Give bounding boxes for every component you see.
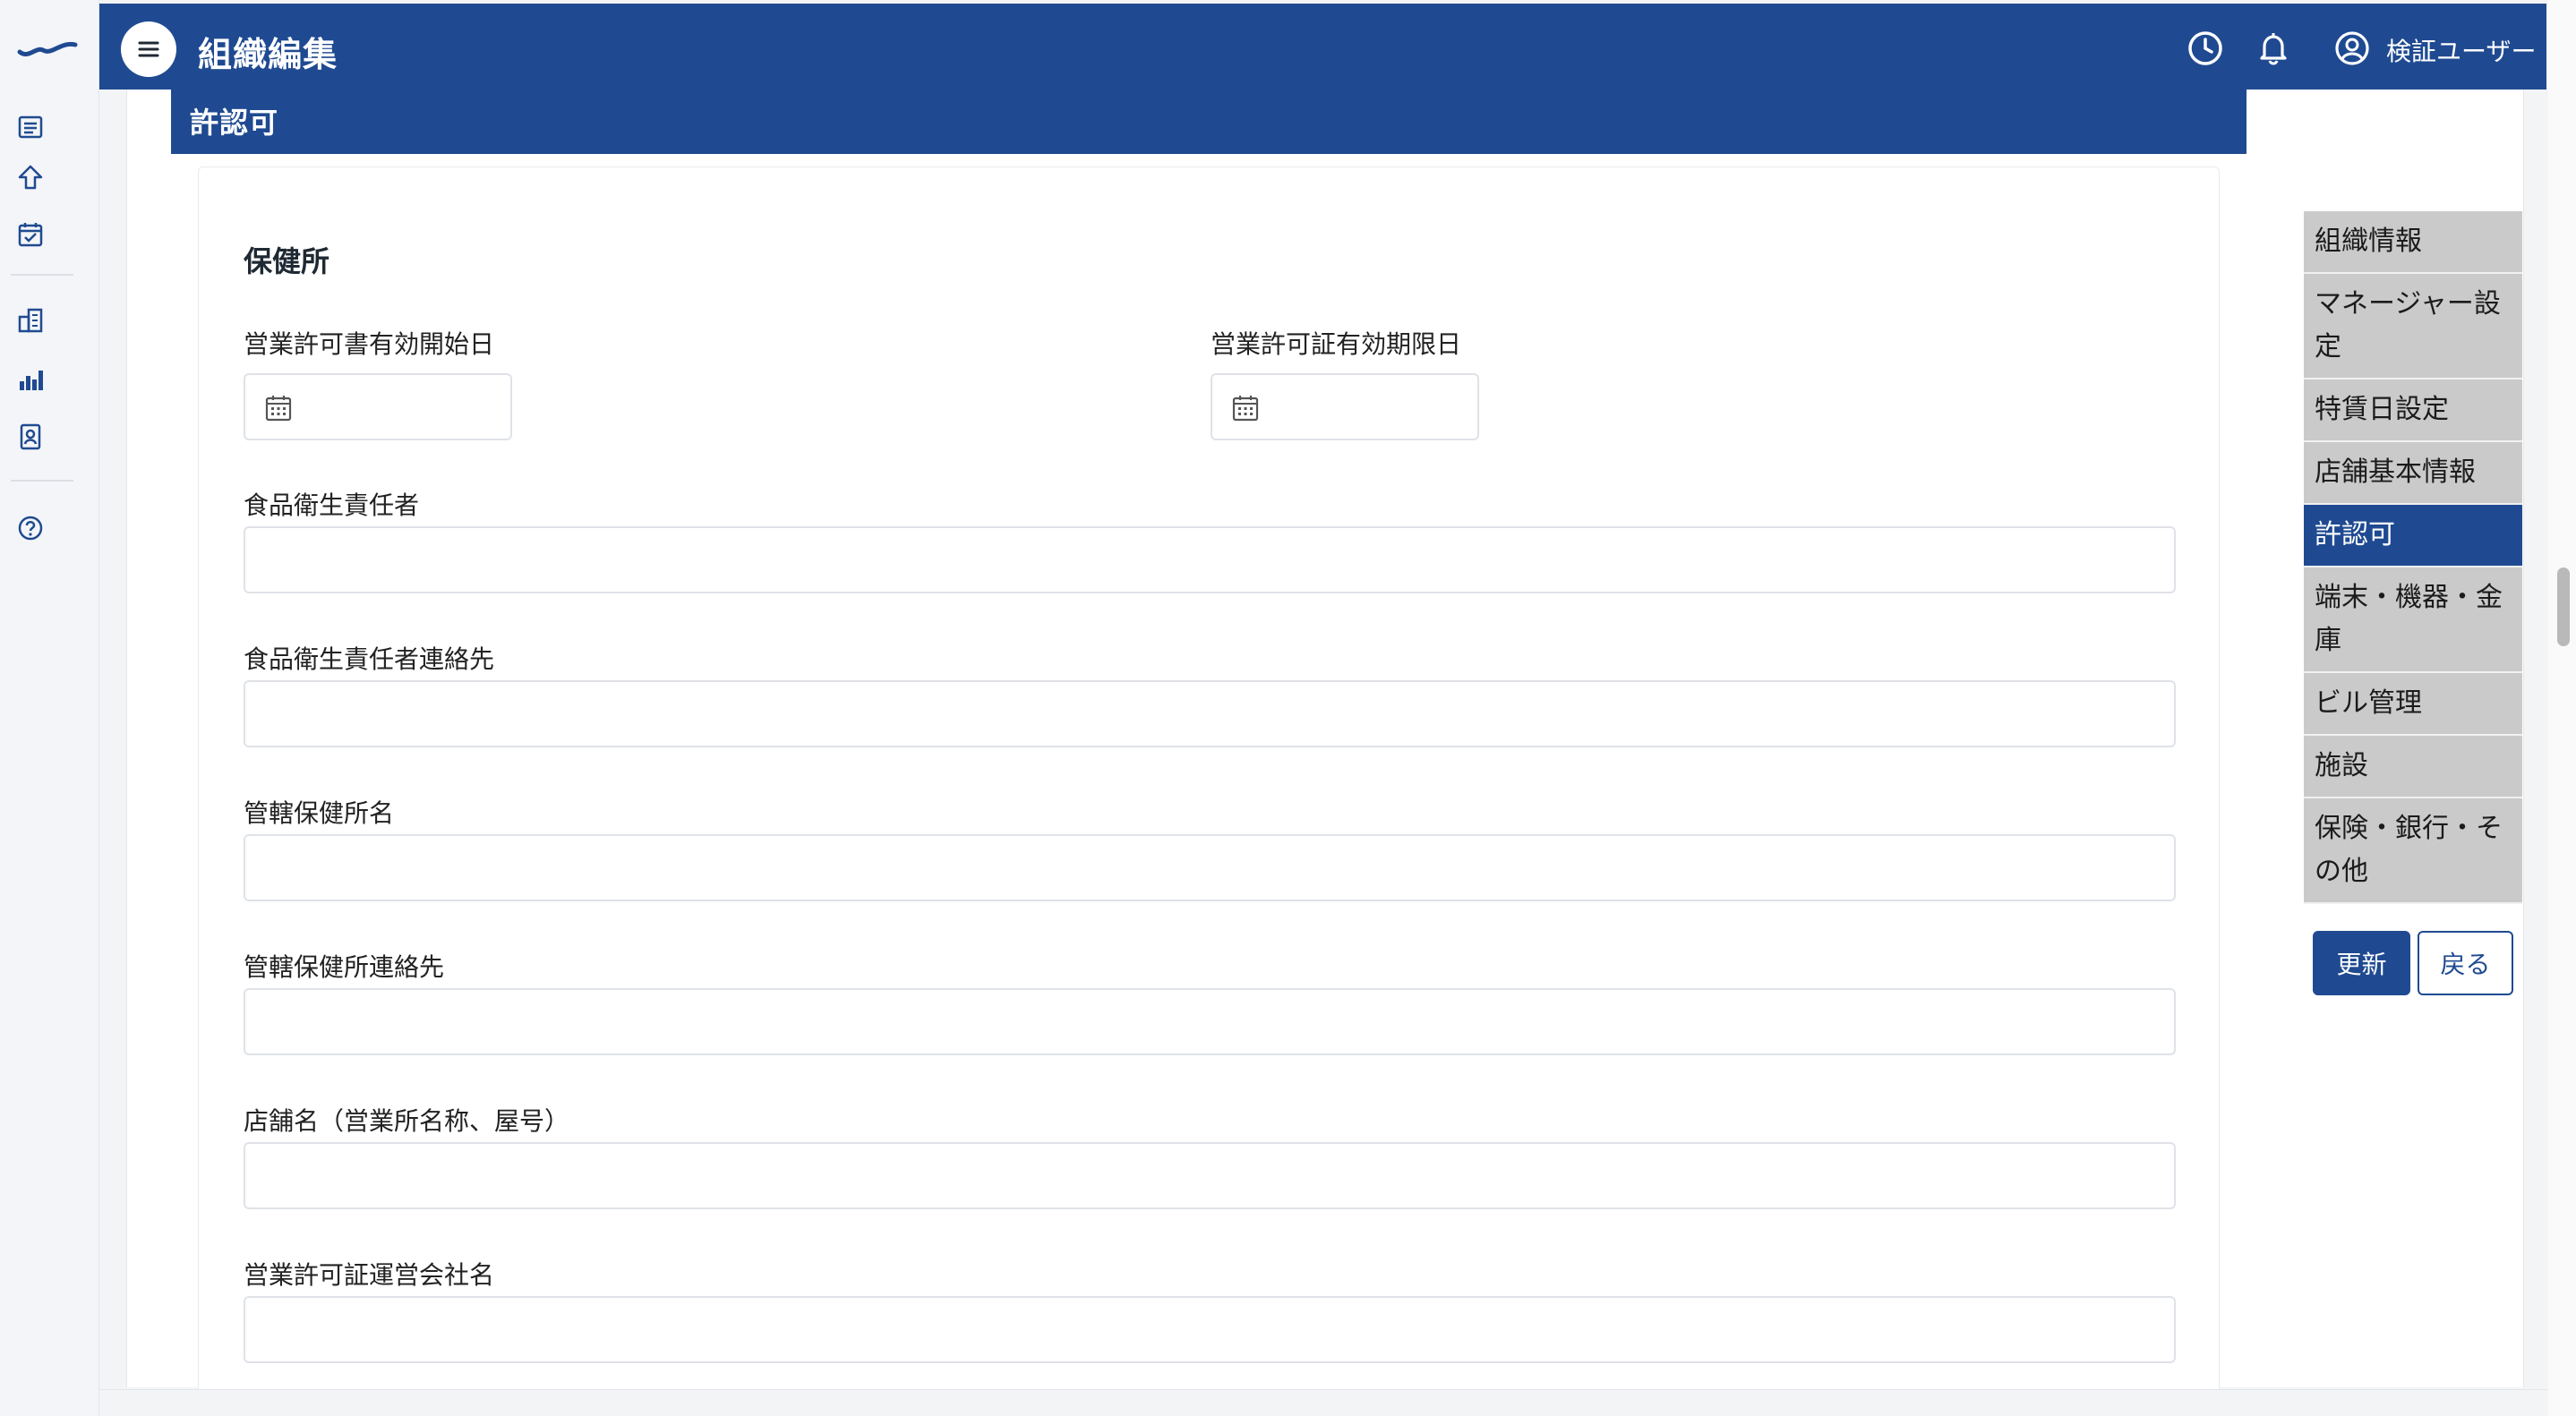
- calendar-icon: [265, 396, 292, 422]
- calendar-check-icon[interactable]: [14, 218, 47, 251]
- form-card: 保健所 営業許可書有効開始日 営業許可証有効期限日 食品衛生責任者 食品衛生責任…: [198, 166, 2220, 1411]
- rail-divider: [11, 480, 73, 482]
- scrollbar-track[interactable]: [2548, 0, 2576, 1416]
- start-date-label: 営業許可書有効開始日: [244, 329, 495, 359]
- end-date-label: 営業許可証有効期限日: [1211, 329, 1462, 359]
- side-nav-permits[interactable]: 許認可: [2304, 505, 2522, 567]
- operating-company-label: 営業許可証運営会社名: [244, 1260, 495, 1290]
- rail-divider: [11, 274, 73, 276]
- side-nav-organization-info[interactable]: 組織情報: [2304, 211, 2522, 274]
- operating-company-input[interactable]: [244, 1296, 2176, 1363]
- side-nav-store-basic-info[interactable]: 店舗基本情報: [2304, 442, 2522, 505]
- health-center-name-input[interactable]: [244, 834, 2176, 901]
- health-center-contact-label: 管轄保健所連絡先: [244, 952, 445, 982]
- bar-chart-icon[interactable]: [14, 363, 47, 396]
- back-button[interactable]: 戻る: [2418, 931, 2513, 995]
- help-icon[interactable]: [14, 512, 47, 544]
- start-date-input[interactable]: [244, 373, 512, 440]
- food-manager-contact-input[interactable]: [244, 680, 2176, 747]
- clock-icon[interactable]: [2186, 29, 2225, 68]
- side-nav-insurance-bank-other[interactable]: 保険・銀行・その他: [2304, 798, 2522, 904]
- scrollbar-thumb[interactable]: [2557, 567, 2570, 646]
- section-header: 許認可: [171, 90, 2247, 154]
- food-manager-label: 食品衛生責任者: [244, 490, 420, 520]
- update-button[interactable]: 更新: [2313, 931, 2410, 995]
- health-center-name-label: 管轄保健所名: [244, 798, 395, 828]
- health-center-contact-input[interactable]: [244, 988, 2176, 1055]
- food-manager-contact-label: 食品衛生責任者連絡先: [244, 644, 495, 674]
- card-title: 保健所: [244, 244, 330, 278]
- bell-icon[interactable]: [2254, 29, 2293, 68]
- user-name[interactable]: 検証ユーザー: [2386, 32, 2536, 68]
- side-nav-building-management[interactable]: ビル管理: [2304, 673, 2522, 736]
- logo-wave-icon[interactable]: [16, 29, 79, 61]
- side-nav-manager-settings[interactable]: マネージャー設定: [2304, 274, 2522, 380]
- left-rail: [0, 0, 99, 1416]
- calendar-icon: [1232, 396, 1259, 422]
- page-title: 組織編集: [198, 35, 338, 74]
- top-header: 組織編集 検証ユーザー: [99, 4, 2546, 90]
- id-badge-icon[interactable]: [14, 421, 47, 453]
- store-name-label: 店舗名（営業所名称、屋号）: [244, 1106, 570, 1136]
- food-manager-input[interactable]: [244, 526, 2176, 593]
- side-nav-terminals-devices-safes[interactable]: 端末・機器・金庫: [2304, 567, 2522, 673]
- side-nav: 組織情報 マネージャー設定 特賃日設定 店舗基本情報 許認可 端末・機器・金庫 …: [2304, 211, 2522, 904]
- upload-icon[interactable]: [14, 161, 47, 193]
- side-nav-facilities[interactable]: 施設: [2304, 736, 2522, 798]
- list-icon[interactable]: [14, 111, 47, 143]
- store-name-input[interactable]: [244, 1142, 2176, 1209]
- side-nav-special-rate-days[interactable]: 特賃日設定: [2304, 380, 2522, 442]
- building-icon[interactable]: [14, 304, 47, 337]
- bottom-strip: [99, 1389, 2548, 1416]
- user-circle-icon[interactable]: [2332, 29, 2372, 68]
- menu-icon: [138, 41, 159, 57]
- app-root: 組織編集 検証ユーザー 許認可 保健所 営業許可書有効開始日 営業許可証有効期限…: [0, 0, 2576, 1416]
- end-date-input[interactable]: [1211, 373, 1479, 440]
- menu-button[interactable]: [121, 21, 176, 77]
